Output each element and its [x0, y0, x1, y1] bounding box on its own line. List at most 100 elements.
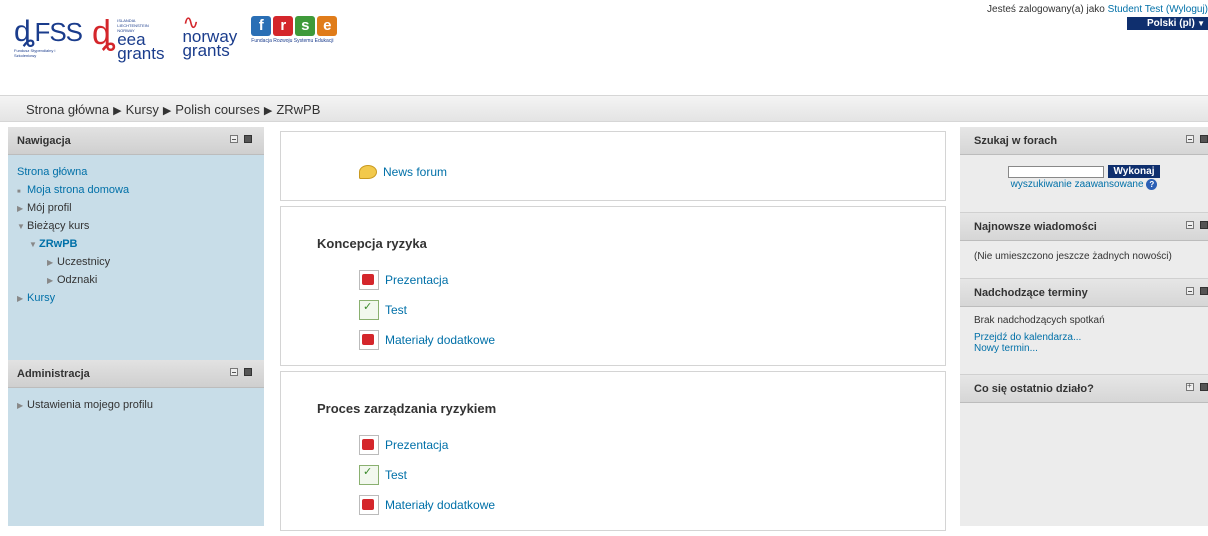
eea-logo-line2: grants: [117, 44, 165, 63]
activity-presentation[interactable]: Prezentacja: [359, 435, 448, 455]
frse-letter: f: [251, 16, 272, 36]
norway-grants-logo: ∿ norway grants: [182, 13, 237, 59]
activity-additional-materials[interactable]: Materiały dodatkowe: [359, 330, 495, 350]
administration-tree: ▶ Ustawienia mojego profilu: [8, 388, 264, 414]
activity-link: Test: [385, 468, 408, 482]
upcoming-events-title: Nadchodzące terminy: [974, 287, 1088, 300]
dock-icon[interactable]: [1200, 287, 1208, 296]
go-to-calendar-link[interactable]: Przejdź do kalendarza...: [974, 332, 1081, 343]
new-event-link[interactable]: Nowy termin...: [974, 343, 1038, 354]
breadcrumb-courses[interactable]: Kursy: [126, 102, 159, 117]
page-header: ȡ FSS Fundusz Stypendialny i Szkoleniowy…: [0, 0, 1208, 95]
eea-glyph-icon: ȡ: [92, 14, 116, 52]
pdf-icon: [359, 495, 379, 515]
search-forums-title: Szukaj w forach: [974, 135, 1058, 147]
frse-logo: f r s e Fundacja Rozwoju Systemu Edukacj…: [251, 16, 338, 44]
forum-icon: [359, 165, 377, 179]
login-prefix: Jesteś zalogowany(a) jako: [987, 4, 1108, 15]
nav-item-my-home[interactable]: ■ Moja strona domowa: [17, 181, 264, 199]
activity-link: Materiały dodatkowe: [385, 498, 496, 512]
right-sidebar: Szukaj w forach Wykonaj wyszukiwanie zaa…: [960, 127, 1208, 526]
nav-item-current-course[interactable]: ▼ Bieżący kurs: [17, 217, 264, 235]
fss-logo-text: FSS: [34, 17, 83, 47]
nav-item-courses[interactable]: ▶ Kursy: [17, 289, 264, 307]
quiz-icon: [359, 465, 379, 485]
nav-item-label: Kursy: [27, 292, 56, 304]
course-section-1: Koncepcja ryzyka Prezentacja Test Materi…: [280, 206, 946, 366]
activity-presentation[interactable]: Prezentacja: [359, 270, 448, 290]
recent-activity-header: Co się ostatnio działo?: [960, 375, 1208, 404]
quiz-icon: [359, 300, 379, 320]
nav-item-label: Moja strona domowa: [27, 184, 130, 196]
collapse-icon[interactable]: [1186, 221, 1194, 230]
nav-item-home[interactable]: Strona główna: [17, 163, 264, 181]
breadcrumb-separator-icon: ▶: [162, 105, 172, 117]
frse-letter: s: [295, 16, 316, 36]
user-profile-link[interactable]: Student Test: [1108, 4, 1163, 15]
expand-arrow-icon: ▶: [17, 294, 24, 303]
nav-item-label: Odznaki: [57, 274, 98, 286]
dropdown-caret-icon: ▼: [1197, 19, 1205, 28]
dock-icon[interactable]: [1200, 221, 1208, 230]
breadcrumb-polish-courses[interactable]: Polish courses: [175, 102, 260, 117]
advanced-search-link[interactable]: wyszukiwanie zaawansowane: [1011, 179, 1144, 190]
no-news-text: (Nie umieszczono jeszcze żadnych nowości…: [974, 251, 1172, 263]
activity-quiz[interactable]: Test: [359, 300, 407, 320]
forum-search-input[interactable]: [1007, 165, 1104, 178]
pdf-icon: [359, 435, 379, 455]
collapse-icon[interactable]: [230, 368, 238, 376]
dock-icon[interactable]: [244, 368, 252, 376]
activity-news-forum[interactable]: News forum: [359, 165, 447, 179]
course-section-2: Proces zarządzania ryzykiem Prezentacja …: [280, 371, 946, 531]
dock-icon[interactable]: [1200, 383, 1208, 392]
collapse-icon[interactable]: [230, 135, 238, 143]
collapse-icon[interactable]: [1186, 287, 1194, 296]
course-section-general: News forum: [280, 131, 946, 201]
help-icon[interactable]: ?: [1146, 179, 1158, 190]
breadcrumb-home[interactable]: Strona główna: [26, 102, 109, 117]
expand-arrow-icon: ▶: [17, 204, 24, 213]
activity-link: Prezentacja: [385, 273, 449, 287]
nav-item-participants[interactable]: ▶ Uczestnicy: [17, 253, 264, 271]
activity-additional-materials[interactable]: Materiały dodatkowe: [359, 495, 495, 515]
logout-link[interactable]: (Wyloguj): [1166, 4, 1208, 15]
nav-item-my-profile[interactable]: ▶ Mój profil: [17, 199, 264, 217]
activity-quiz[interactable]: Test: [359, 465, 407, 485]
section-title: Proces zarządzania ryzykiem: [317, 401, 497, 416]
navigation-tree: Strona główna ■ Moja strona domowa ▶ Mój p…: [8, 155, 264, 333]
section-title: Koncepcja ryzyka: [317, 236, 427, 251]
collapse-arrow-icon: ▼: [29, 240, 37, 249]
navigation-block-header: Nawigacja: [8, 127, 264, 155]
fss-logo-subtitle: Fundusz Stypendialny i Szkoleniowy: [14, 48, 56, 58]
pdf-icon: [359, 270, 379, 290]
expand-arrow-icon: ▶: [47, 258, 54, 267]
frse-logo-subtitle: Fundacja Rozwoju Systemu Edukacji: [251, 38, 334, 44]
upcoming-events-header: Nadchodzące terminy: [960, 279, 1208, 308]
breadcrumb: Strona główna ▶ Kursy ▶ Polish courses ▶ ZRwPB: [26, 102, 320, 117]
latest-news-title: Najnowsze wiadomości: [974, 221, 1097, 234]
latest-news-header: Najnowsze wiadomości: [960, 213, 1208, 242]
login-info: Jesteś zalogowany(a) jako Student Test (…: [987, 4, 1208, 15]
nav-item-label: ZRwPB: [39, 238, 78, 250]
eea-grants-logo: ȡ ISLANDIA LIECHTENSTEIN NORWAY eea gran…: [92, 14, 165, 63]
fss-glyph-icon: ȡ: [14, 15, 35, 48]
search-button[interactable]: Wykonaj: [1107, 165, 1161, 178]
navigation-block-title: Nawigacja: [17, 135, 71, 147]
dock-icon[interactable]: [1200, 135, 1208, 143]
left-sidebar: Nawigacja Strona główna ■ Moja strona dom…: [8, 127, 264, 526]
nav-item-profile-settings[interactable]: ▶ Ustawienia mojego profilu: [17, 396, 264, 414]
expand-icon[interactable]: [1186, 381, 1194, 392]
nav-item-badges[interactable]: ▶ Odznaki: [17, 271, 264, 289]
expand-arrow-icon: ▶: [17, 401, 24, 410]
language-value: Polski (pl): [1147, 18, 1195, 29]
collapse-icon[interactable]: [1186, 135, 1194, 143]
latest-news-block: Najnowsze wiadomości (Nie umieszczono je…: [960, 213, 1208, 280]
language-select[interactable]: Polski (pl) ▼: [1127, 17, 1208, 30]
nav-item-course-zrwpb[interactable]: ▼ ZRwPB: [17, 235, 264, 253]
collapse-arrow-icon: ▼: [17, 222, 25, 231]
dock-icon[interactable]: [244, 135, 252, 143]
recent-activity-title: Co się ostatnio działo?: [974, 383, 1094, 396]
breadcrumb-current-course[interactable]: ZRwPB: [276, 102, 320, 117]
upcoming-events-block: Nadchodzące terminy Brak nadchodzących s…: [960, 279, 1208, 376]
